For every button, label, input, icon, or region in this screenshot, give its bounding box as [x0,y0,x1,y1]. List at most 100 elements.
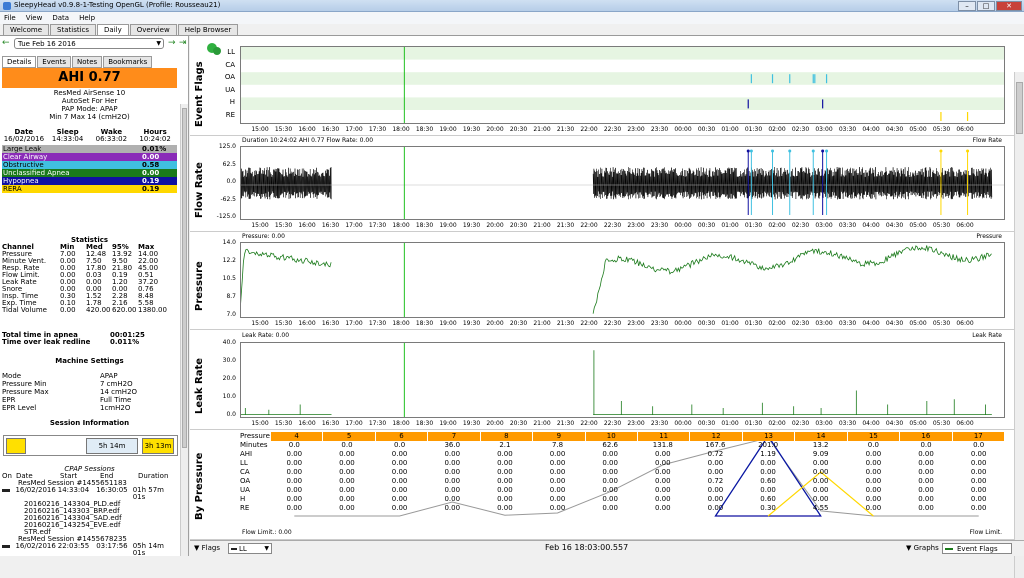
by-pressure-cell: 2.1 [479,441,532,450]
by-pressure-row: H 0.00 0.00 0.00 0.00 0.00 0.00 0.00 0.00 0.00 0.6… [240,495,1005,504]
event-flags-svg [241,47,1004,123]
flow-rate-plot[interactable] [240,146,1005,220]
subtab-details[interactable]: Details [2,56,36,68]
menu-view[interactable]: View [26,12,43,24]
time-tick-label: 04:30 [886,222,903,229]
time-axis: 15:00 15:30 16:00 16:30 17:00 17:30 18:00 18:30… [240,222,1005,230]
leak-rate-plot[interactable] [240,342,1005,418]
by-pressure-cell: 0.00 [952,486,1005,495]
last-day-arrow-icon[interactable]: ⇥ [179,38,187,48]
y-tick-label: 62.5 [196,161,236,168]
time-tick-label: 02:30 [792,222,809,229]
event-flags-plot[interactable] [240,46,1005,124]
menu-help[interactable]: Help [79,12,95,24]
subtab-bookmarks[interactable]: Bookmarks [103,56,152,68]
time-tick-label: 16:00 [298,126,315,133]
minimize-button[interactable]: – [958,1,976,11]
left-scrollbar[interactable] [180,104,188,556]
pressure-plot[interactable] [240,242,1005,318]
graph-scrollbar-thumb[interactable] [1016,82,1023,134]
by-pressure-header-cell: 15 [848,432,900,441]
machine-info-line: PAP Mode: APAP [2,105,177,113]
time-tick-label: 04:00 [862,420,879,427]
flow-event-dot [939,150,942,153]
by-pressure-cell: 0.00 [426,468,479,477]
session-checkbox[interactable] [2,543,15,556]
menu-data[interactable]: Data [52,12,69,24]
menu-file[interactable]: File [4,12,16,24]
maximize-button[interactable]: □ [977,1,995,11]
time-tick-label: 19:30 [463,320,480,327]
tab-overview[interactable]: Overview [130,24,177,35]
by-pressure-cell: 131.8 [636,441,689,450]
by-pressure-header-cell: 10 [586,432,638,441]
time-tick-label: 17:30 [369,126,386,133]
by-pressure-header-cell: Pressure [240,432,271,441]
time-tick-label: 00:30 [698,222,715,229]
y-tick-label: 20.0 [196,375,236,382]
tab-daily[interactable]: Daily [97,24,129,35]
date-navigator: ← Tue Feb 16 2016 ▼ → ⇥ [2,38,187,50]
by-pressure-cell: 0.00 [847,477,900,486]
flow-rate-info: Duration 10:24:02 AHI 0.77 Flow Rate: 0.… [242,137,373,144]
by-pressure-header-cell: 4 [271,432,323,441]
flags-menu[interactable]: ▼ Flags [194,544,220,552]
time-tick-label: 17:00 [345,420,362,427]
by-pressure-cell: 0.00 [847,459,900,468]
by-pressure-table[interactable]: Pressure 4 5 6 7 8 9 10 11 12 13 14 15 16 17 Minutes 0.0… [240,432,1005,513]
by-pressure-cell: 0.00 [742,486,795,495]
by-pressure-row: Minutes 0.0 0.0 0.0 36.0 2.1 7.8 62.6 131.8 167.6… [240,441,1005,450]
y-tick-label: -62.5 [196,196,236,203]
time-tick-label: 06:00 [956,222,973,229]
left-pane: ← Tue Feb 16 2016 ▼ → ⇥ Details Events N… [0,36,189,556]
machine-info-line: Min 7 Max 14 (cmH2O) [2,113,177,121]
flow-event-dot [821,150,824,153]
time-tick-label: 22:00 [580,320,597,327]
by-pressure-header-cell: 12 [690,432,742,441]
next-day-arrow-icon[interactable]: → [168,38,176,48]
flag-row-label: OA [210,71,238,84]
close-button[interactable]: ✕ [996,1,1022,11]
flow-limit-info: Flow Limit.: 0.00 [242,529,292,536]
graph-scrollbar[interactable] [1014,72,1024,578]
pressure-graph: Pressure: 0.00 Pressure Pressure 14.0 12.… [190,232,1014,330]
tab-help-browser[interactable]: Help Browser [178,24,239,35]
session-end: 16:30:05 [96,487,133,501]
date-picker-value: Tue Feb 16 2016 [18,40,76,48]
tab-welcome[interactable]: Welcome [3,24,49,35]
flag-row-band [241,72,1004,85]
session-date: 16/02/2016 [15,543,57,556]
time-tick-label: 21:30 [557,126,574,133]
subtab-events[interactable]: Events [37,56,71,68]
graphs-select[interactable]: Event Flags [942,543,1012,554]
by-pressure-cell: 0.72 [689,477,742,486]
by-pressure-cell: 0.00 [847,468,900,477]
time-tick-label: 16:30 [322,222,339,229]
index-label: Clear Airway [3,153,47,161]
subtab-notes[interactable]: Notes [72,56,102,68]
setting-row: EPR Level 1cmH2O [2,404,177,412]
by-pressure-header-cell: 6 [376,432,428,441]
tab-statistics[interactable]: Statistics [50,24,96,35]
time-tick-label: 03:00 [815,320,832,327]
index-label: Unclassified Apnea [3,169,70,177]
graphs-select-value: Event Flags [957,545,998,553]
session-bar-short[interactable] [6,438,26,454]
date-picker[interactable]: Tue Feb 16 2016 ▼ [14,38,164,49]
time-tick-label: 15:30 [275,420,292,427]
index-value: 0.00 [142,169,159,177]
session-bar-1[interactable]: 5h 14m [86,438,138,454]
session-checkbox[interactable] [2,487,15,501]
graphs-menu[interactable]: ▼ Graphs [906,544,939,552]
flags-select[interactable]: LL ▼ [228,543,272,554]
prev-day-arrow-icon[interactable]: ← [2,38,10,48]
y-tick-label: -125.0 [196,213,236,220]
time-tick-label: 00:30 [698,320,715,327]
event-flags-ylabel: Event Flags [194,54,205,134]
by-pressure-cell: 167.6 [689,441,742,450]
time-tick-label: 15:30 [275,222,292,229]
left-scrollbar-thumb[interactable] [182,108,187,448]
session-bar-2[interactable]: 3h 13m [142,438,174,454]
center-time-readout: Feb 16 18:03:00.557 [545,543,628,552]
index-row: Large Leak 0.01% [2,145,177,153]
